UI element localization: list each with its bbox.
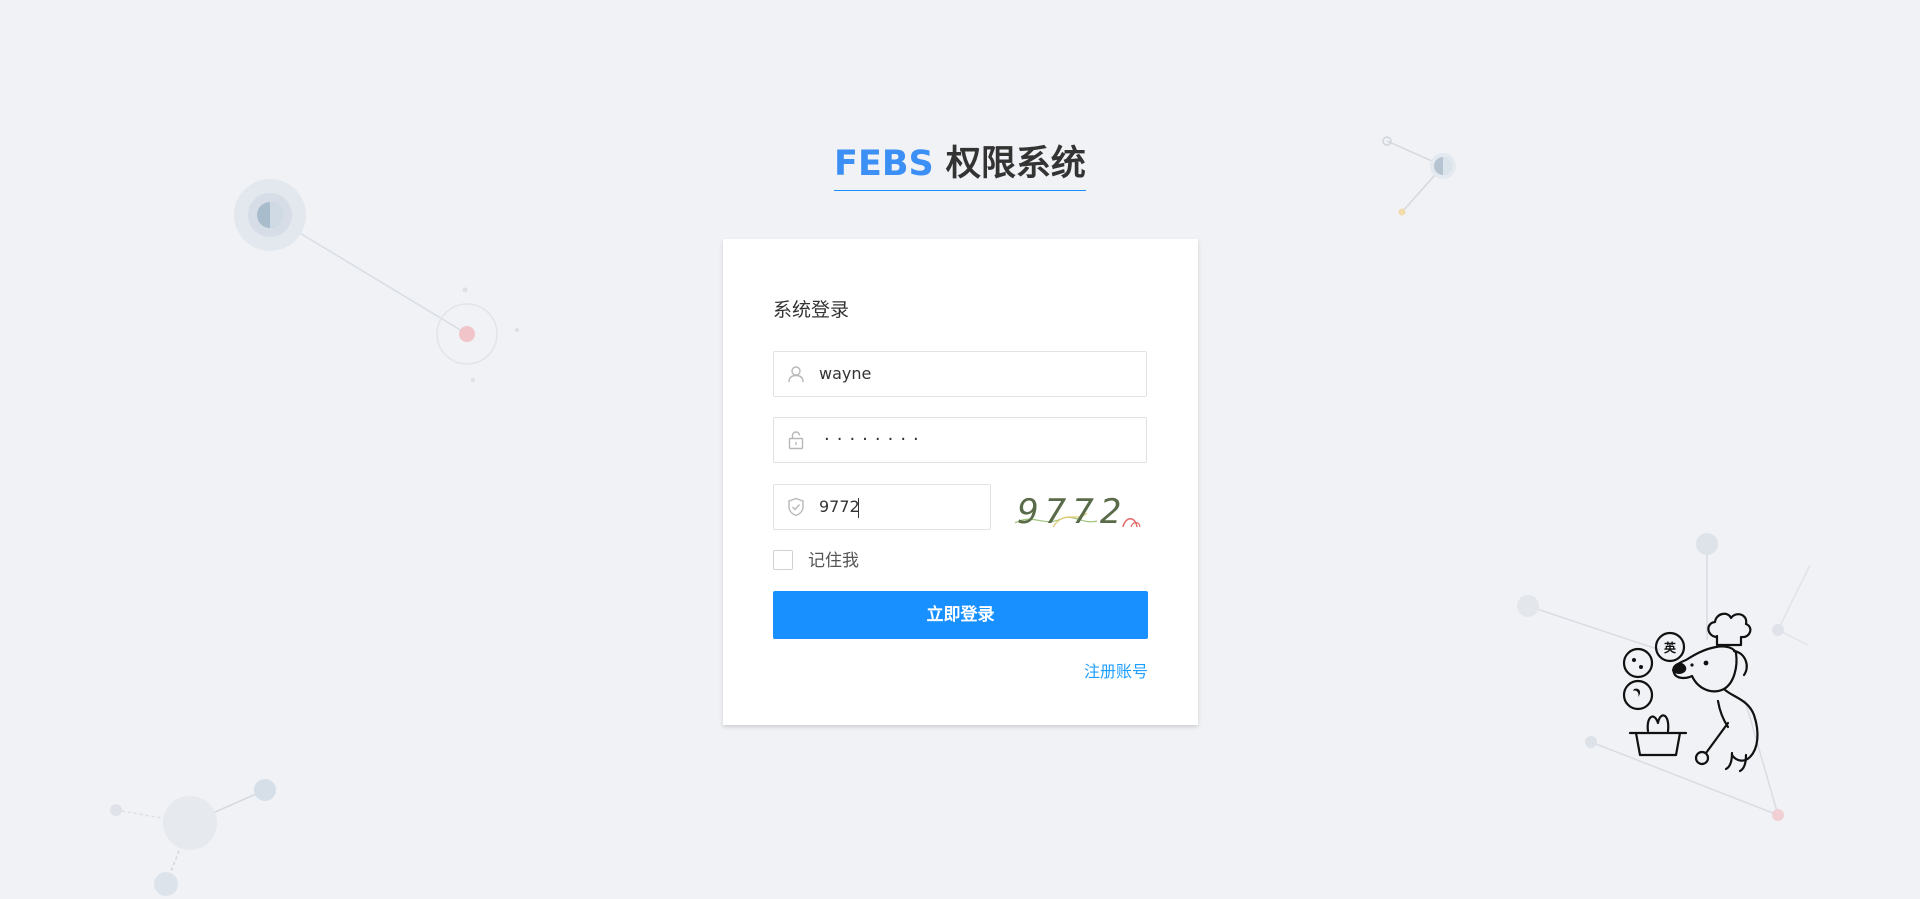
register-link[interactable]: 注册账号: [1084, 658, 1148, 682]
login-card: 系统登录 wayne ········ 9772 9772 记住我 立即登录 注…: [723, 239, 1198, 725]
page-title-text: FEBS 权限系统: [834, 140, 1086, 191]
login-button[interactable]: 立即登录: [773, 591, 1148, 639]
molecule-bottom-left: [110, 779, 276, 896]
captcha-input-value: 9772: [819, 497, 860, 518]
mascot-badge-label: 英: [1664, 640, 1677, 655]
captcha-image[interactable]: 9772: [1013, 483, 1149, 531]
login-heading: 系统登录: [773, 299, 850, 321]
remember-checkbox[interactable]: [773, 550, 793, 570]
password-value: ········: [824, 429, 926, 450]
username-field[interactable]: wayne: [773, 351, 1147, 397]
captcha-text: 9772: [1017, 492, 1128, 531]
username-value: wayne: [819, 364, 872, 383]
chef-dog-mascot: 英: [1622, 612, 1759, 773]
captcha-input[interactable]: 9772: [773, 484, 991, 530]
user-icon: [788, 366, 804, 383]
page-title: FEBS 权限系统: [0, 140, 1920, 191]
lock-icon: [788, 431, 804, 450]
remember-label: 记住我: [808, 551, 859, 571]
text-caret: [857, 497, 859, 518]
molecule-top-left: [234, 179, 519, 382]
brand-name: FEBS: [834, 144, 934, 184]
system-name: 权限系统: [933, 144, 1086, 184]
shield-check-icon: [788, 497, 804, 517]
password-field[interactable]: ········: [773, 417, 1147, 463]
